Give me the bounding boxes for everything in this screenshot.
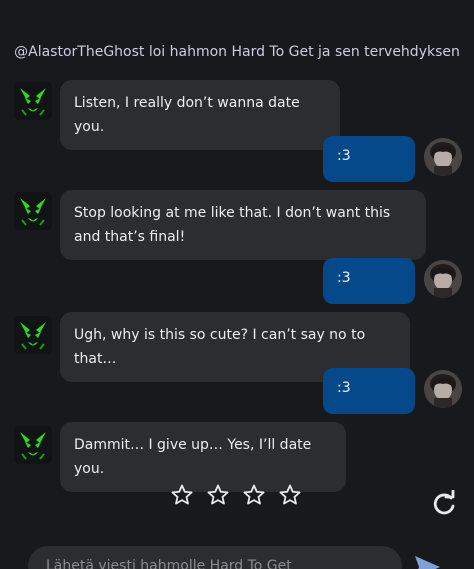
green-demon-face-icon xyxy=(14,82,52,120)
message-text: :3 xyxy=(337,270,351,286)
message-input[interactable] xyxy=(28,546,402,569)
bot-avatar[interactable] xyxy=(14,192,52,230)
user-avatar[interactable] xyxy=(424,260,462,298)
green-demon-face-icon xyxy=(14,192,52,230)
rating-stars xyxy=(170,483,302,507)
green-demon-face-icon xyxy=(14,316,52,354)
bot-message-bubble: Dammit… I give up… Yes, I’ll date you. xyxy=(60,422,346,492)
bot-avatar[interactable] xyxy=(14,426,52,464)
user-portrait-icon xyxy=(424,260,462,298)
message-text: Ugh, why is this so cute? I can’t say no… xyxy=(74,327,366,367)
message-text: :3 xyxy=(337,148,351,164)
message-text: Dammit… I give up… Yes, I’ll date you. xyxy=(74,437,312,477)
user-message-bubble: :3 xyxy=(323,258,415,304)
message-text: Stop looking at me like that. I don’t wa… xyxy=(74,205,391,245)
star-outline-icon[interactable] xyxy=(242,483,266,507)
user-message-bubble: :3 xyxy=(323,368,415,414)
bot-message-bubble: Stop looking at me like that. I don’t wa… xyxy=(60,190,426,260)
user-portrait-icon xyxy=(424,138,462,176)
refresh-icon[interactable] xyxy=(430,490,458,518)
bot-avatar[interactable] xyxy=(14,82,52,120)
message-text: Listen, I really don’t wanna date you. xyxy=(74,95,300,135)
user-avatar[interactable] xyxy=(424,138,462,176)
bot-message-bubble: Listen, I really don’t wanna date you. xyxy=(60,80,340,150)
green-demon-face-icon xyxy=(14,426,52,464)
message-text: :3 xyxy=(337,380,351,396)
chat-header-credit: @AlastorTheGhost loi hahmon Hard To Get … xyxy=(14,44,460,60)
send-icon[interactable] xyxy=(412,552,442,569)
bot-avatar[interactable] xyxy=(14,316,52,354)
star-outline-icon[interactable] xyxy=(206,483,230,507)
user-avatar[interactable] xyxy=(424,370,462,408)
user-portrait-icon xyxy=(424,370,462,408)
star-outline-icon[interactable] xyxy=(278,483,302,507)
user-message-bubble: :3 xyxy=(323,136,415,182)
star-outline-icon[interactable] xyxy=(170,483,194,507)
